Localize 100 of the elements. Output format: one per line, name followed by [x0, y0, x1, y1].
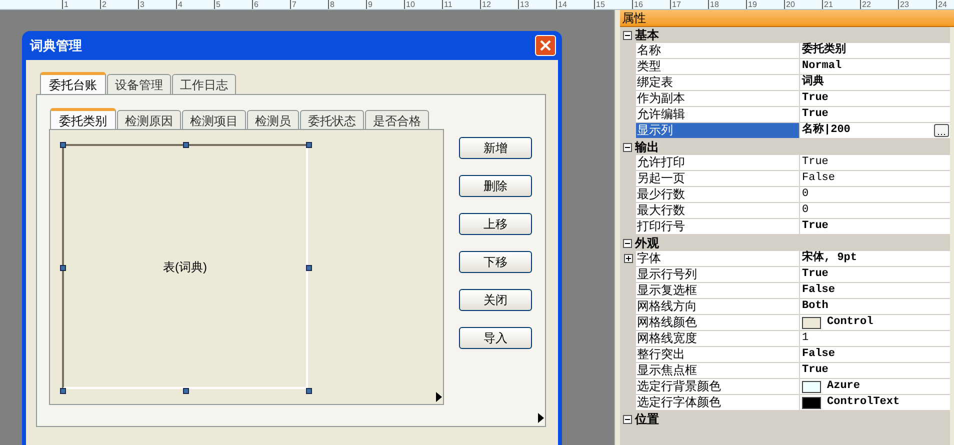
ruler-number: 20	[784, 0, 795, 9]
ruler-number: 10	[404, 0, 415, 9]
property-value: False	[802, 283, 836, 298]
property-name[interactable]: 选定行字体颜色	[636, 395, 800, 410]
resize-handle[interactable]	[306, 388, 312, 394]
play-icon	[436, 392, 442, 402]
ruler-number: 24	[936, 0, 947, 9]
property-value: ControlText	[827, 395, 900, 410]
tab[interactable]: 工作日志	[172, 74, 236, 94]
property-name[interactable]: 整行突出	[636, 347, 800, 362]
property-name[interactable]: 最大行数	[636, 203, 800, 218]
ruler-number: 18	[708, 0, 719, 9]
property-value: 词典	[802, 74, 824, 90]
property-value: True	[802, 267, 828, 282]
property-name[interactable]: 显示行号列	[636, 267, 800, 282]
property-name[interactable]: 允许打印	[636, 155, 800, 170]
property-name[interactable]: 类型	[636, 59, 800, 74]
ruler-number: 7	[290, 0, 296, 9]
property-value: 委托类别	[802, 42, 846, 58]
ruler-number: 22	[860, 0, 871, 9]
dialog-button[interactable]: 下移	[459, 251, 532, 273]
property-value: Normal	[802, 59, 842, 74]
ruler-number: 5	[214, 0, 220, 9]
property-value: True	[802, 155, 828, 170]
close-icon	[540, 40, 551, 51]
ruler-number: 14	[556, 0, 567, 9]
group-title: 基本	[635, 27, 659, 44]
property-name[interactable]: 选定行背景颜色	[636, 379, 800, 394]
resize-handle[interactable]	[60, 265, 66, 271]
property-name[interactable]: 显示焦点框	[636, 363, 800, 378]
resize-handle[interactable]	[306, 142, 312, 148]
dialog-button[interactable]: 上移	[459, 213, 532, 235]
close-button[interactable]	[535, 35, 556, 56]
property-name[interactable]: 显示列	[636, 123, 800, 138]
dialog-button[interactable]: 导入	[459, 327, 532, 349]
ruler-number: 2	[100, 0, 106, 9]
resize-handle[interactable]	[183, 388, 189, 394]
resize-handle[interactable]	[60, 142, 66, 148]
panel-title: 属性	[622, 10, 646, 27]
minus-icon	[625, 418, 630, 420]
tab[interactable]: 检测原因	[117, 110, 181, 130]
resize-handle[interactable]	[306, 265, 312, 271]
property-value: 1	[802, 331, 809, 346]
dialog-button[interactable]: 新增	[459, 137, 532, 159]
tab[interactable]: 检测项目	[182, 110, 246, 130]
property-value: 0	[802, 187, 809, 202]
property-name[interactable]: 网格线颜色	[636, 315, 800, 330]
tab[interactable]: 委托台账	[40, 72, 106, 95]
property-name[interactable]: 作为副本	[636, 91, 800, 106]
collapse-toggle[interactable]	[623, 414, 632, 424]
ellipsis-button[interactable]	[934, 124, 949, 137]
ruler-number: 4	[176, 0, 182, 9]
group-title: 外观	[635, 235, 659, 252]
ruler-number: 1	[62, 0, 68, 9]
property-name[interactable]: 名称	[636, 43, 800, 58]
expand-toggle[interactable]	[624, 254, 632, 263]
ruler-number: 13	[518, 0, 529, 9]
table-label: 表(词典)	[163, 258, 207, 276]
resize-handle[interactable]	[60, 388, 66, 394]
ruler-number: 23	[898, 0, 909, 9]
ruler-number: 11	[442, 0, 452, 9]
property-value: 宋体, 9pt	[802, 250, 858, 266]
ruler-number: 21	[822, 0, 833, 9]
collapse-toggle[interactable]	[623, 30, 632, 40]
ruler-number: 12	[480, 0, 491, 9]
property-name[interactable]: 显示复选框	[636, 283, 800, 298]
ruler-number: 8	[328, 0, 334, 9]
group-title: 输出	[635, 139, 659, 156]
dialog-button[interactable]: 删除	[459, 175, 532, 197]
minus-icon	[625, 146, 630, 148]
property-value: True	[802, 107, 828, 122]
tab[interactable]: 设备管理	[107, 74, 171, 94]
property-name[interactable]: 网格线宽度	[636, 331, 800, 346]
tab[interactable]: 检测员	[247, 110, 299, 130]
tab[interactable]: 委托状态	[300, 110, 364, 130]
property-name[interactable]: 打印行号	[636, 219, 800, 234]
property-name[interactable]: 最少行数	[636, 187, 800, 202]
collapse-toggle[interactable]	[623, 142, 632, 152]
property-name[interactable]: 绑定表	[636, 75, 800, 90]
ruler-number: 3	[138, 0, 144, 9]
property-value: Azure	[827, 379, 860, 394]
property-value: Control	[827, 315, 874, 330]
collapse-toggle[interactable]	[623, 238, 632, 248]
property-name[interactable]: 另起一页	[636, 171, 800, 186]
tab[interactable]: 是否合格	[365, 110, 429, 130]
group-title: 位置	[635, 411, 659, 428]
property-name[interactable]: 网格线方向	[636, 299, 800, 314]
property-value: False	[802, 171, 836, 186]
property-name[interactable]: 字体	[636, 251, 800, 266]
minus-icon	[625, 34, 630, 36]
tab[interactable]: 委托类别	[50, 108, 116, 131]
play-icon	[538, 413, 544, 423]
property-value: True	[802, 219, 828, 234]
dialog-button[interactable]: 关闭	[459, 289, 532, 311]
property-name[interactable]: 允许编辑	[636, 107, 800, 122]
property-value: 0	[802, 203, 809, 218]
resize-handle[interactable]	[183, 142, 189, 148]
property-value: Both	[802, 299, 828, 314]
property-value: True	[802, 91, 828, 106]
ruler-number: 6	[252, 0, 258, 9]
